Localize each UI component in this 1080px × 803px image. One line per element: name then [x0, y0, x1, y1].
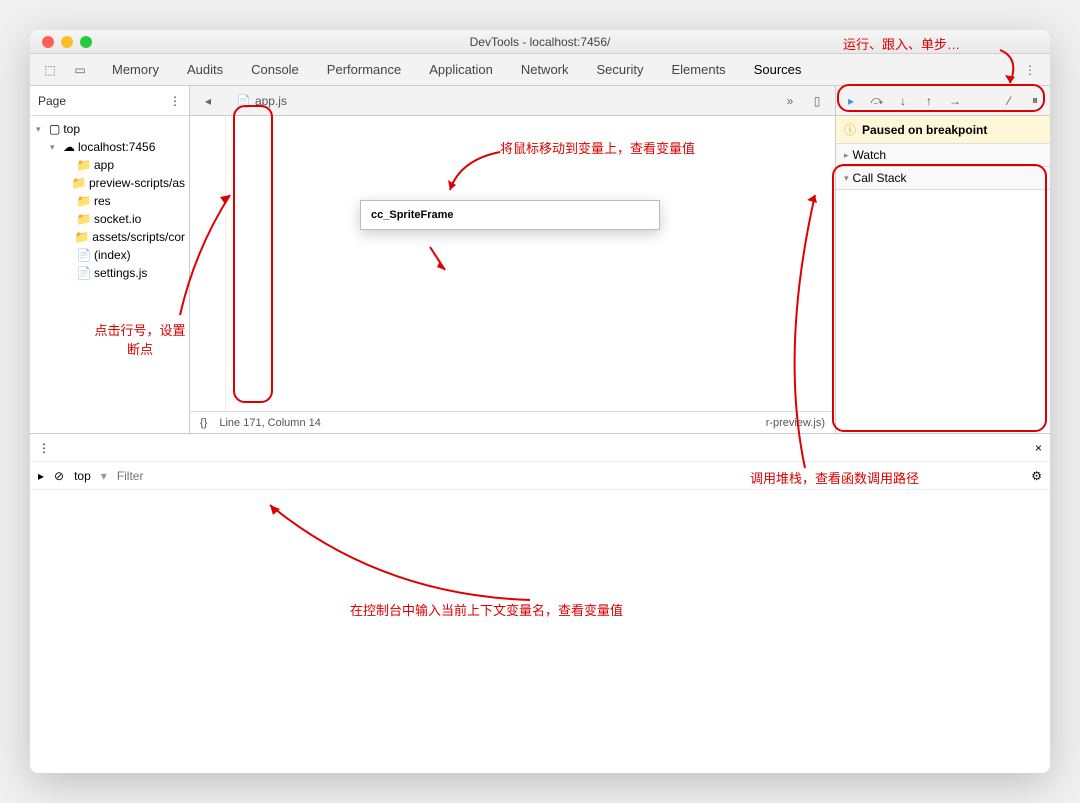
device-icon[interactable]: ▭ — [68, 58, 92, 82]
braces-icon[interactable]: {} — [200, 417, 207, 429]
main-toolbar: ⬚ ▭ MemoryAuditsConsolePerformanceApplic… — [30, 54, 1050, 86]
tree-item[interactable]: 📁app — [30, 156, 189, 174]
context-selector[interactable]: top — [74, 469, 91, 483]
console-output[interactable] — [30, 490, 1050, 773]
status-file: r-preview.js) — [766, 417, 825, 429]
info-icon: ⓘ — [844, 121, 856, 138]
window-title: DevTools - localhost:7456/ — [470, 35, 611, 49]
line-gutter[interactable] — [190, 116, 226, 411]
tab-network[interactable]: Network — [507, 56, 583, 83]
tab-audits[interactable]: Audits — [173, 56, 237, 83]
file-tree: ▾▢top▾☁localhost:7456📁app📁preview-script… — [30, 116, 189, 433]
clear-icon[interactable]: ⊘ — [54, 469, 64, 483]
overflow-icon[interactable]: » — [778, 89, 802, 113]
maximize-button[interactable] — [80, 36, 92, 48]
tab-elements[interactable]: Elements — [657, 56, 739, 83]
code-editor[interactable] — [226, 116, 835, 411]
console-filter-input[interactable] — [117, 469, 1021, 483]
more-icon[interactable]: ⋮ — [169, 94, 181, 108]
more-icon[interactable]: ⋮ — [1018, 58, 1042, 82]
tree-item[interactable]: 📁socket.io — [30, 210, 189, 228]
step-into-icon[interactable]: ↓ — [894, 92, 912, 110]
paused-message: Paused on breakpoint — [862, 123, 987, 137]
callstack-section[interactable]: ▾Call Stack — [836, 167, 1050, 189]
close-button[interactable] — [42, 36, 54, 48]
tree-item[interactable]: 📁preview-scripts/as — [30, 174, 189, 192]
cursor-position: Line 171, Column 14 — [219, 417, 321, 429]
status-bar: {} Line 171, Column 14 r-preview.js) — [190, 411, 835, 433]
close-icon[interactable]: × — [1035, 441, 1042, 455]
deactivate-icon[interactable]: ⁄ — [1000, 92, 1018, 110]
tree-item[interactable]: ▾☁localhost:7456 — [30, 138, 189, 156]
resume-icon[interactable]: ▸ — [842, 92, 860, 110]
tab-console[interactable]: Console — [237, 56, 313, 83]
step-over-icon[interactable]: ⤼ — [868, 92, 886, 110]
pause-icon[interactable]: ⏸ — [1026, 92, 1044, 110]
minimize-button[interactable] — [61, 36, 73, 48]
inspect-icon[interactable]: ⬚ — [38, 58, 62, 82]
tree-item[interactable]: 📁assets/scripts/cor — [30, 228, 189, 246]
drag-icon[interactable]: ⋮ — [38, 441, 50, 455]
step-out-icon[interactable]: ↑ — [920, 92, 938, 110]
step-icon[interactable]: → — [946, 92, 964, 110]
tree-item[interactable]: 📄settings.js — [30, 264, 189, 282]
titlebar: DevTools - localhost:7456/ — [30, 30, 1050, 54]
nav-back-icon[interactable]: ◂ — [196, 89, 220, 113]
tooltip-title: cc_SpriteFrame — [371, 207, 649, 223]
tab-performance[interactable]: Performance — [313, 56, 415, 83]
hover-tooltip: cc_SpriteFrame — [360, 200, 660, 230]
file-tab[interactable]: 📄app.js — [226, 90, 297, 112]
tab-memory[interactable]: Memory — [98, 56, 173, 83]
play-icon[interactable]: ▸ — [38, 469, 44, 483]
paused-banner: ⓘ Paused on breakpoint — [836, 116, 1050, 144]
tree-item[interactable]: ▾▢top — [30, 120, 189, 138]
debug-toolbar: ▸ ⤼ ↓ ↑ → ⁄ ⏸ — [836, 86, 1050, 116]
tab-security[interactable]: Security — [583, 56, 658, 83]
watch-section[interactable]: ▸Watch — [836, 144, 1050, 166]
page-panel-title[interactable]: Page — [38, 94, 66, 108]
tree-item[interactable]: 📁res — [30, 192, 189, 210]
settings-icon[interactable]: ⚙ — [1031, 469, 1042, 483]
file-tabs: ◂ 📄app.js » ▯ — [190, 86, 835, 116]
tab-sources[interactable]: Sources — [740, 56, 816, 83]
tree-item[interactable]: 📄(index) — [30, 246, 189, 264]
more-icon[interactable]: ▯ — [805, 89, 829, 113]
tab-application[interactable]: Application — [415, 56, 507, 83]
